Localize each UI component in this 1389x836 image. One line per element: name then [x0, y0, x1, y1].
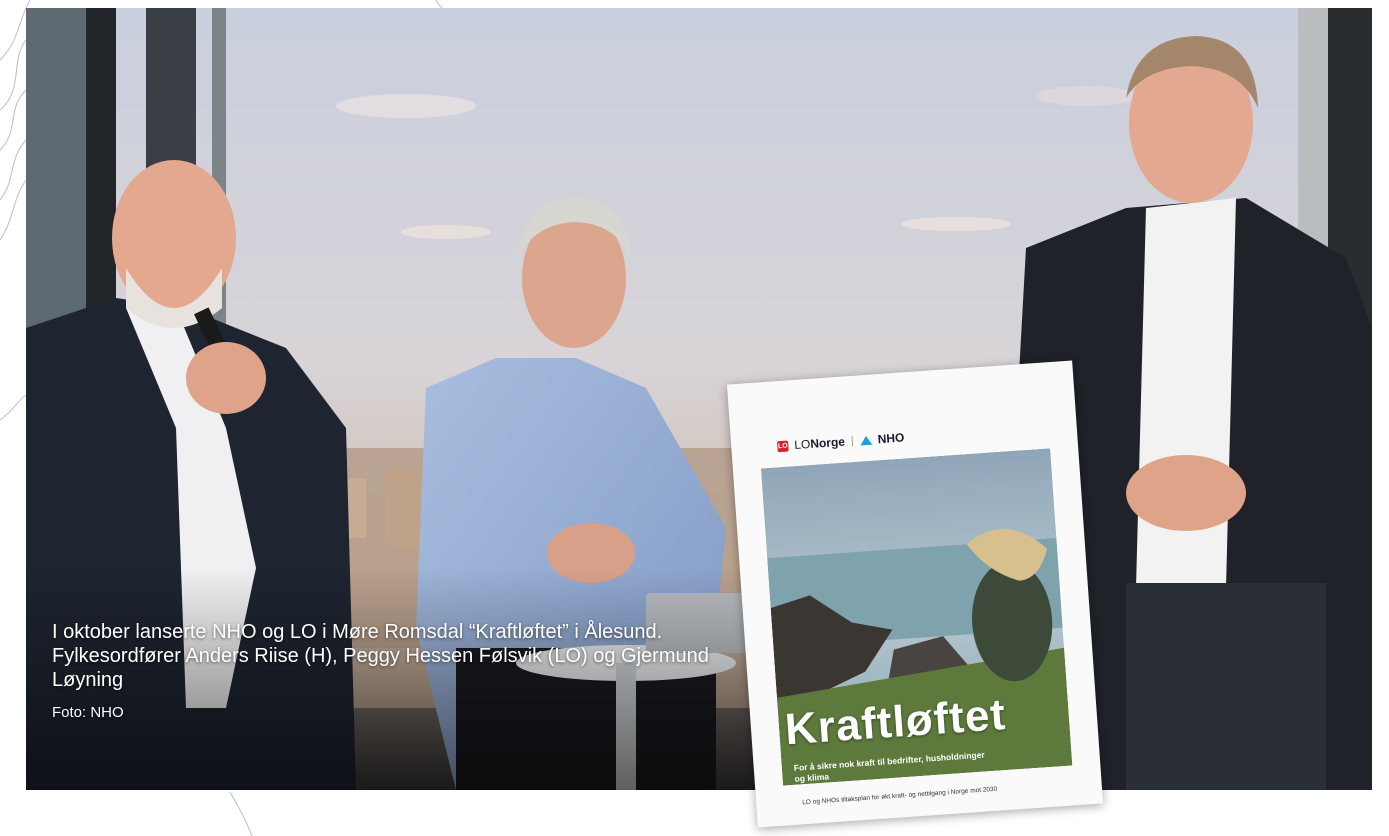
logo-divider: | — [850, 434, 855, 448]
brochure-footer-text: LO og NHOs tiltaksplan for økt kraft- og… — [802, 785, 998, 807]
kraftloftet-brochure: LO LONorge | NHO Kraftløftet For å sikre… — [726, 360, 1104, 828]
caption-text: I oktober lanserte NHO og LO i Møre Roms… — [52, 621, 709, 691]
photo-caption-block: I oktober lanserte NHO og LO i Møre Roms… — [52, 620, 772, 722]
photo-credit: Foto: NHO — [52, 704, 124, 721]
lo-logo-icon: LO — [776, 439, 789, 452]
article-image-figure: I oktober lanserte NHO og LO i Møre Roms… — [0, 0, 1389, 836]
nho-logo-icon — [859, 435, 872, 445]
lo-name: Norge — [809, 434, 846, 451]
lo-prefix: LO — [793, 436, 811, 453]
nho-wordmark: NHO — [877, 430, 905, 447]
brochure-logos: LO LONorge | NHO — [776, 430, 905, 453]
lo-norge-wordmark: LONorge — [794, 435, 846, 453]
